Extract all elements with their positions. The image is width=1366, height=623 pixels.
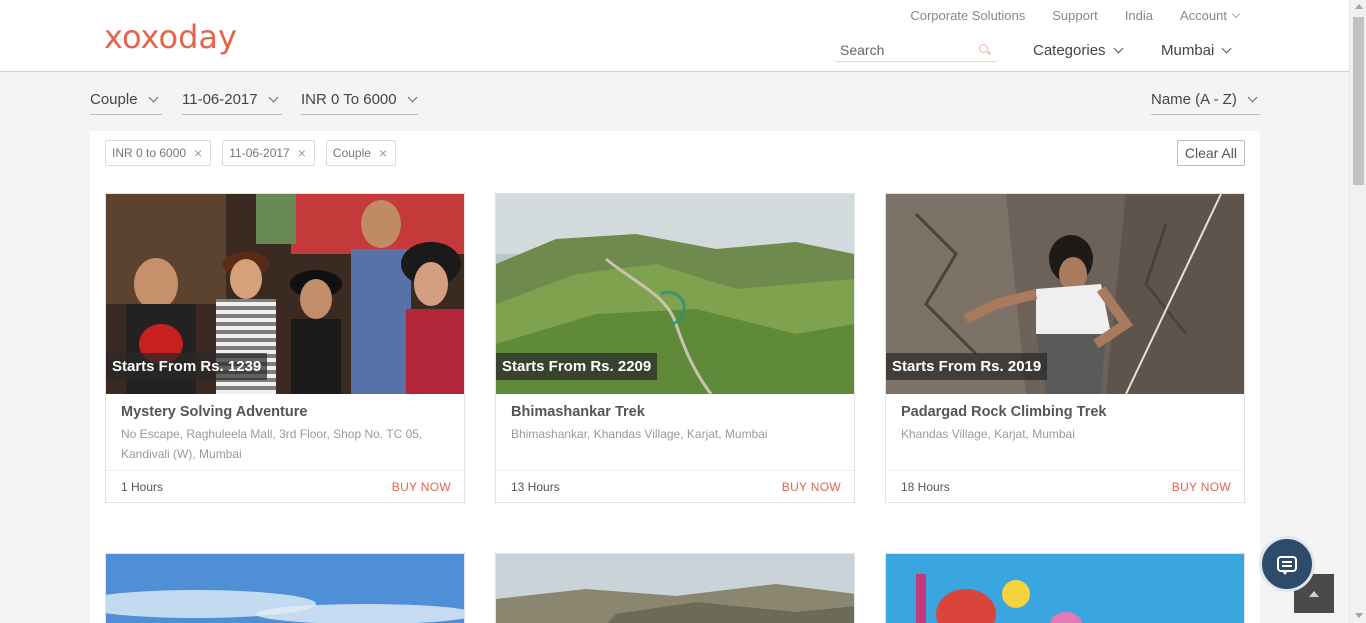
buy-now-button[interactable]: BUY NOW — [782, 480, 841, 494]
city-label: Mumbai — [1161, 42, 1215, 59]
activity-title[interactable]: Bhimashankar Trek — [511, 404, 645, 420]
categories-dropdown[interactable]: Categories — [1033, 42, 1123, 59]
activity-address: No Escape, Raghuleela Mall, 3rd Floor, S… — [121, 427, 423, 461]
filter-chip: 11-06-2017 × — [222, 140, 315, 166]
price-tag: Starts From Rs. 2209 — [496, 353, 658, 380]
activity-title[interactable]: Padargad Rock Climbing Trek — [901, 404, 1106, 420]
buy-now-button[interactable]: BUY NOW — [1172, 480, 1231, 494]
top-links: Corporate Solutions Support India Accoun… — [910, 8, 1241, 23]
sort-value: Name (A - Z) — [1151, 91, 1237, 108]
support-link[interactable]: Support — [1052, 8, 1098, 23]
price-filter-dropdown[interactable]: INR 0 To 6000 — [301, 89, 418, 115]
filter-chip: Couple × — [325, 140, 397, 166]
chevron-down-icon — [148, 92, 158, 103]
scrollbar-thumb[interactable] — [1353, 17, 1364, 185]
activity-photo[interactable]: Starts From Rs. 2019 — [886, 194, 1244, 394]
account-label: Account — [1180, 8, 1227, 23]
filter-chip: INR 0 to 6000 × — [105, 140, 212, 166]
card-footer: 13 Hours BUY NOW — [496, 470, 854, 502]
search-icon[interactable] — [979, 43, 991, 56]
valley-photo — [496, 554, 854, 623]
group-filter-value: Couple — [90, 91, 138, 108]
results-panel: INR 0 to 6000 × 11-06-2017 × Couple × Cl… — [90, 131, 1260, 623]
price-tag: Starts From Rs. 2019 — [886, 353, 1048, 380]
activity-duration: 1 Hours — [121, 479, 164, 494]
chevron-down-icon — [1221, 43, 1232, 54]
clear-all-button[interactable]: Clear All — [1176, 140, 1245, 166]
scroll-down-arrow-icon[interactable] — [1355, 613, 1363, 618]
corporate-solutions-link[interactable]: Corporate Solutions — [910, 8, 1025, 23]
chevron-down-icon — [407, 92, 418, 103]
close-icon[interactable]: × — [298, 146, 306, 160]
chip-label: 11-06-2017 — [229, 146, 290, 160]
sky-photo — [106, 554, 464, 623]
active-filter-chips: INR 0 to 6000 × 11-06-2017 × Couple × — [105, 140, 397, 166]
card-footer: 18 Hours BUY NOW — [886, 470, 1244, 502]
activity-card-partial[interactable] — [495, 553, 855, 623]
page-scrollbar[interactable] — [1349, 0, 1366, 623]
activity-card[interactable]: Starts From Rs. 2209 Bhimashankar Trek B… — [495, 193, 855, 503]
amusement-park-photo — [886, 554, 1244, 623]
chip-label: INR 0 to 6000 — [112, 146, 187, 160]
buy-now-button[interactable]: BUY NOW — [392, 480, 451, 494]
xoxoday-logo[interactable]: xoxoday — [104, 18, 237, 56]
chevron-down-icon — [1247, 92, 1258, 103]
activity-photo[interactable]: Starts From Rs. 1239 — [106, 194, 464, 394]
search-box — [835, 38, 997, 62]
group-filter-dropdown[interactable]: Couple — [90, 89, 162, 115]
activity-duration: 13 Hours — [511, 479, 560, 494]
sort-dropdown[interactable]: Name (A - Z) — [1151, 89, 1260, 115]
chip-label: Couple — [332, 146, 371, 160]
chat-button[interactable] — [1259, 536, 1315, 592]
close-icon[interactable]: × — [379, 146, 387, 160]
card-footer: 1 Hours BUY NOW — [106, 470, 464, 502]
chevron-down-icon — [268, 92, 279, 103]
activity-title[interactable]: Mystery Solving Adventure — [121, 404, 307, 420]
activity-duration: 18 Hours — [901, 479, 950, 494]
activity-photo[interactable]: Starts From Rs. 2209 — [496, 194, 854, 394]
close-icon[interactable]: × — [194, 146, 202, 160]
date-filter-dropdown[interactable]: 11-06-2017 — [182, 89, 282, 115]
city-dropdown[interactable]: Mumbai — [1161, 42, 1232, 59]
country-link[interactable]: India — [1125, 8, 1153, 23]
account-menu[interactable]: Account — [1180, 8, 1241, 23]
categories-label: Categories — [1033, 42, 1106, 59]
arrow-up-icon — [1309, 590, 1319, 597]
date-filter-value: 11-06-2017 — [182, 91, 258, 108]
chevron-down-icon — [1231, 9, 1241, 19]
price-filter-value: INR 0 To 6000 — [301, 91, 397, 108]
activity-card-partial[interactable] — [885, 553, 1245, 623]
activity-card[interactable]: Starts From Rs. 2019 Padargad Rock Climb… — [885, 193, 1245, 503]
chat-icon — [1277, 556, 1297, 575]
activity-card[interactable]: Starts From Rs. 1239 Mystery Solving Adv… — [105, 193, 465, 503]
activity-card-partial[interactable] — [105, 553, 465, 623]
activity-address: Khandas Village, Karjat, Mumbai — [901, 427, 1075, 441]
price-tag: Starts From Rs. 1239 — [106, 353, 268, 380]
chevron-down-icon — [1113, 43, 1123, 54]
scroll-up-arrow-icon[interactable] — [1355, 4, 1363, 9]
site-header: xoxoday Corporate Solutions Support Indi… — [0, 0, 1349, 72]
activity-address: Bhimashankar, Khandas Village, Karjat, M… — [511, 427, 768, 441]
search-input[interactable] — [840, 41, 960, 58]
